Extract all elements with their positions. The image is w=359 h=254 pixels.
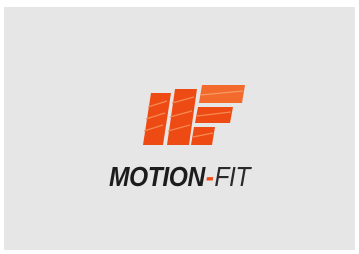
logo-stripe-block-left: [143, 93, 171, 145]
wordmark-fit: FIT: [214, 161, 251, 192]
wordmark-motion: MOTION: [108, 161, 205, 192]
logo-stripe-block-right: [191, 85, 245, 145]
logo-card: MOTION-FIT: [4, 7, 355, 250]
wordmark-dash: -: [205, 161, 214, 192]
motion-fit-logo-icon: [143, 85, 245, 145]
brand-wordmark: MOTION-FIT: [25, 160, 334, 194]
